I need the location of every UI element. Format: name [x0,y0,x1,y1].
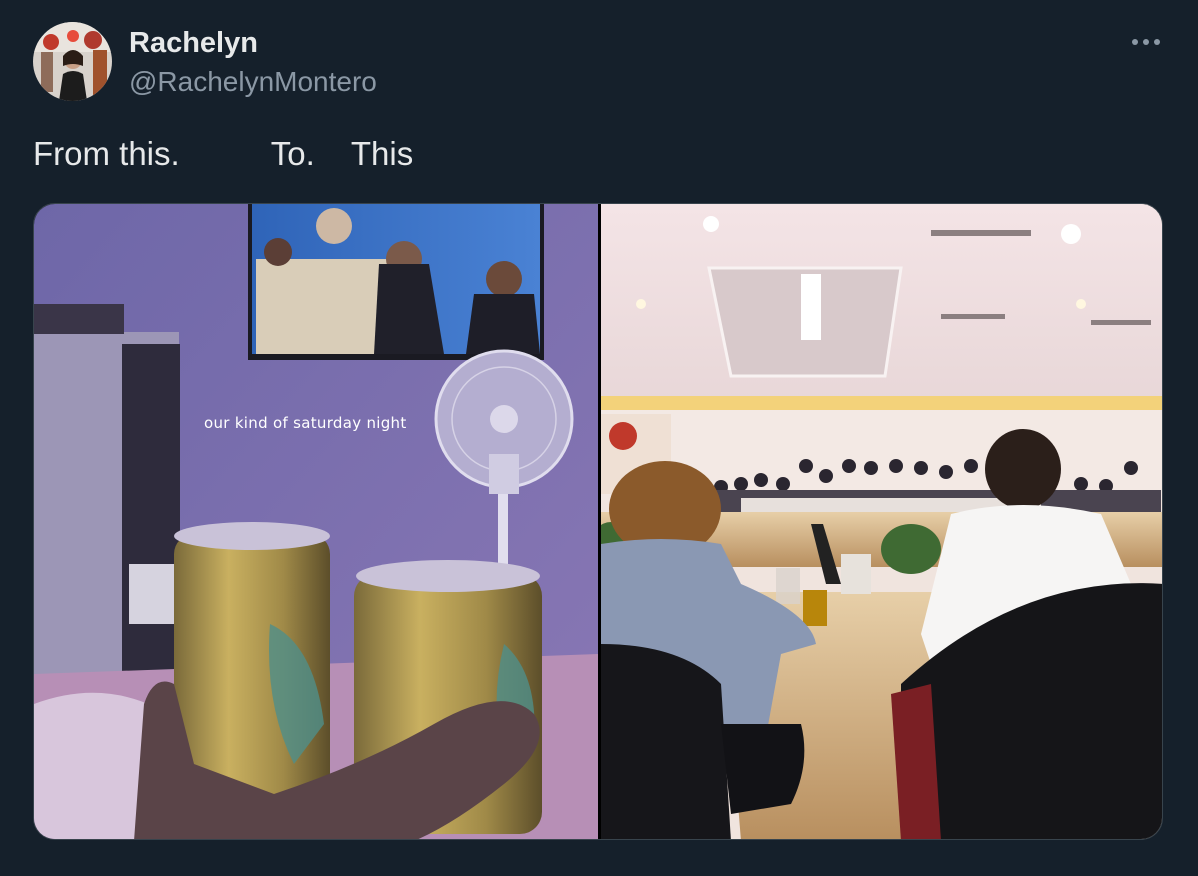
more-dots-icon [1132,39,1160,45]
photo-left[interactable]: our kind of saturday night [34,204,598,839]
more-options-button[interactable] [1128,28,1164,56]
media-grid: our kind of saturday night [33,203,1163,840]
tweet-text-content: From this. To. This [33,135,414,172]
tweet-text: From this. To. This [33,133,465,258]
photo-caption: our kind of saturday night [204,414,407,432]
avatar[interactable] [33,22,112,101]
username-handle[interactable]: @RachelynMontero [129,64,377,100]
display-name[interactable]: Rachelyn [129,25,258,61]
photo-right[interactable] [601,204,1162,839]
tweet-container: Rachelyn @RachelynMontero From this. To.… [0,0,1198,876]
profile-photo-icon [33,22,112,101]
relieved-face-emoji-icon [423,133,465,258]
beer-cans-photo-icon [34,204,598,839]
hearing-room-photo-icon [601,204,1162,839]
